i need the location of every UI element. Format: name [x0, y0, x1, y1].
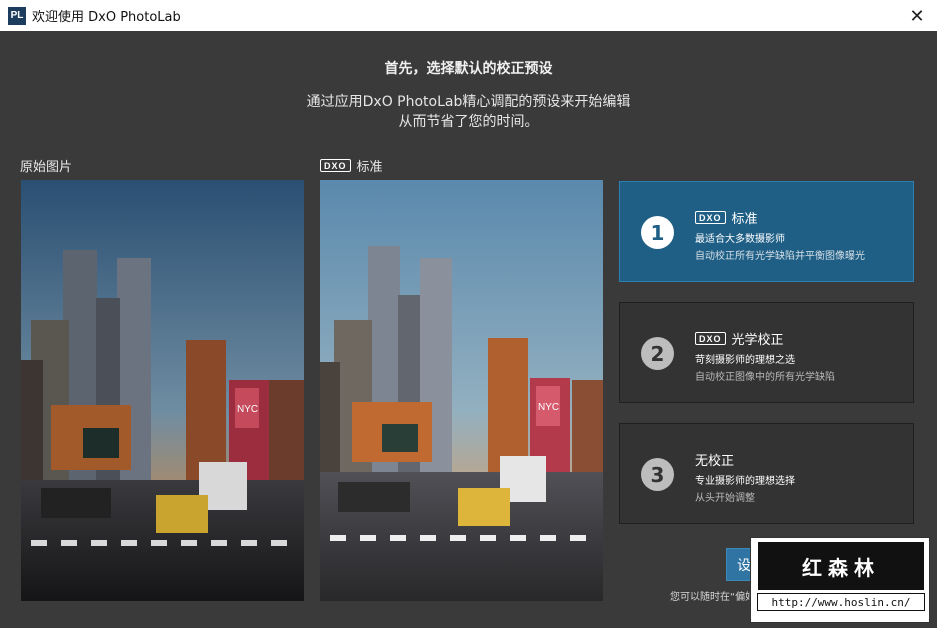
option-number-3: 3 — [641, 458, 674, 491]
preset-option-no-correction[interactable]: 3 无校正 专业摄影师的理想选择 从头开始调整 — [619, 423, 914, 524]
dxo-badge-icon: DXO — [320, 159, 351, 172]
option-title: 无校正 — [695, 450, 734, 469]
window-title: 欢迎使用 DxO PhotoLab — [32, 10, 181, 25]
title-bar: PL 欢迎使用 DxO PhotoLab ✕ — [0, 0, 937, 31]
option-title-text: 无校正 — [695, 454, 735, 469]
dxo-badge-icon: DXO — [695, 332, 726, 345]
watermark: 红森林 http://www.hoslin.cn/ — [750, 537, 930, 623]
standard-preview-label: DXO 标准 — [320, 156, 383, 175]
billboard-text: NYC — [538, 402, 559, 413]
watermark-url: http://www.hoslin.cn/ — [757, 593, 925, 611]
option-number-2: 2 — [641, 337, 674, 370]
option-subtitle: 最适合大多数摄影师 — [695, 234, 785, 245]
photolab-logo-icon: PL — [8, 6, 26, 25]
option-description: 从头开始调整 — [695, 493, 755, 504]
option-number-1: 1 — [641, 216, 674, 249]
original-photo: NYC — [21, 180, 304, 601]
preset-option-standard[interactable]: 1 DXO 标准 最适合大多数摄影师 自动校正所有光学缺陷并平衡图像曝光 — [619, 181, 914, 282]
option-description: 自动校正图像中的所有光学缺陷 — [695, 372, 835, 383]
option-subtitle: 专业摄影师的理想选择 — [695, 476, 795, 487]
page-heading: 首先，选择默认的校正预设 — [384, 61, 553, 77]
option-subtitle: 苛刻摄影师的理想之选 — [695, 355, 795, 366]
intro-line-2: 从而节省了您的时间。 — [398, 114, 539, 130]
option-title-text: 标准 — [731, 212, 758, 227]
option-description: 自动校正所有光学缺陷并平衡图像曝光 — [695, 251, 865, 262]
option-title-text: 光学校正 — [731, 333, 784, 348]
watermark-logo: 红森林 — [758, 542, 924, 590]
standard-preview-text: 标准 — [356, 160, 383, 175]
preset-option-optical-correction[interactable]: 2 DXO 光学校正 苛刻摄影师的理想之选 自动校正图像中的所有光学缺陷 — [619, 302, 914, 403]
original-image-label: 原始图片 — [20, 160, 73, 175]
close-button[interactable]: ✕ — [905, 4, 929, 28]
option-title: DXO 光学校正 — [695, 329, 784, 348]
watermark-name: 红森林 — [802, 555, 880, 580]
standard-preview-photo: NYC — [320, 180, 603, 601]
billboard-text: NYC — [237, 404, 258, 415]
intro-line-1: 通过应用DxO PhotoLab精心调配的预设来开始编辑 — [306, 94, 631, 110]
option-title: DXO 标准 — [695, 208, 758, 227]
dxo-badge-icon: DXO — [695, 211, 726, 224]
